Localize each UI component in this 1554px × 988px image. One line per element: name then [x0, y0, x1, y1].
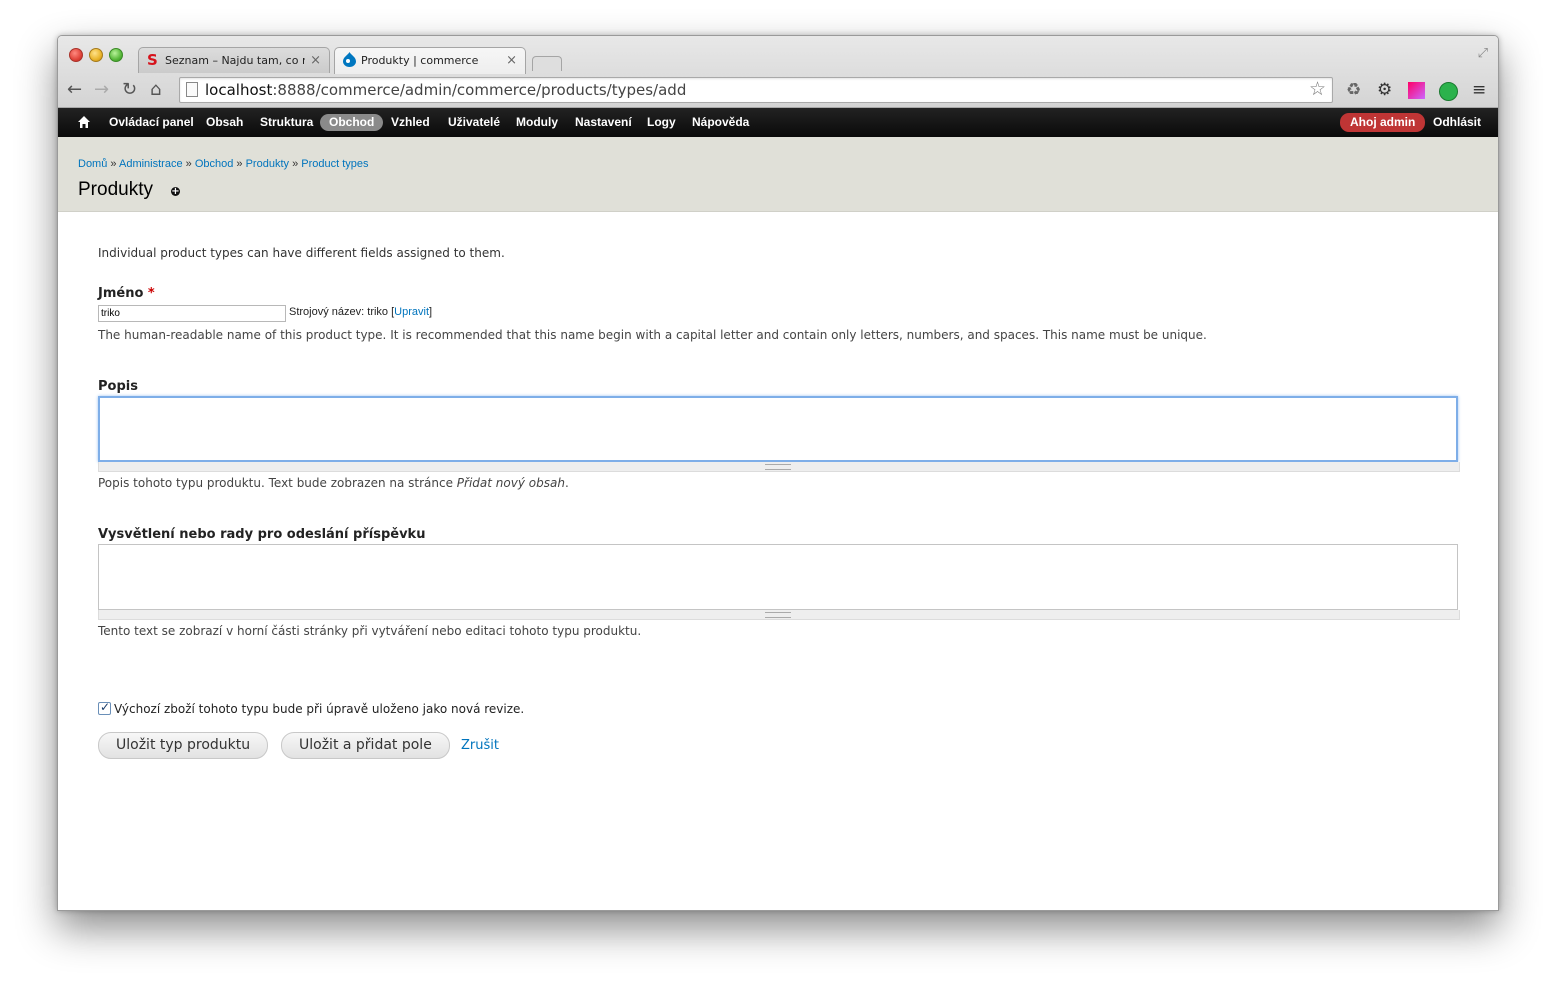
revision-label[interactable]: Výchozí zboží tohoto typu bude při úprav… — [114, 702, 524, 716]
seznam-s-icon: S — [147, 51, 158, 69]
breadcrumb-separator: » — [292, 158, 299, 170]
cancel-link[interactable]: Zrušit — [461, 738, 499, 753]
logout-link[interactable]: Odhlásit — [1433, 108, 1481, 137]
page-icon — [186, 82, 198, 97]
machine-name: Strojový název: triko [Upravit] — [289, 306, 432, 318]
new-tab-button[interactable] — [532, 56, 562, 71]
breadcrumb-separator: » — [185, 158, 192, 170]
page-title: Produkty — [78, 179, 153, 200]
zoom-window-button[interactable] — [109, 48, 123, 62]
description-label: Popis — [98, 379, 138, 394]
menu-item-configuration[interactable]: Nastavení — [575, 108, 632, 137]
menu-item-help[interactable]: Nápověda — [692, 108, 749, 137]
menu-item-appearance[interactable]: Vzhled — [391, 108, 430, 137]
tab-title: Produkty | commerce — [361, 54, 479, 67]
breadcrumb: Domů » Administrace » Obchod » Produkty … — [78, 158, 369, 170]
name-input[interactable]: triko — [98, 305, 286, 322]
tab-close-icon[interactable]: × — [310, 48, 321, 73]
browser-window: S Seznam – Najdu tam, co neznám × Produk… — [57, 35, 1499, 911]
gear-icon[interactable]: ⚙ — [1377, 79, 1392, 101]
tab-title: Seznam – Najdu tam, co neznám — [165, 54, 305, 67]
breadcrumb-separator: » — [236, 158, 243, 170]
machine-name-edit-link[interactable]: Upravit — [394, 306, 429, 318]
grip-lines — [765, 612, 791, 618]
menu-item-modules[interactable]: Moduly — [516, 108, 558, 137]
url-text[interactable]: localhost:8888/commerce/admin/commerce/p… — [205, 78, 686, 102]
user-greeting[interactable]: Ahoj admin — [1340, 113, 1426, 132]
menu-item-dashboard[interactable]: Ovládací panel — [109, 108, 194, 137]
home-icon[interactable] — [77, 115, 91, 129]
minimize-window-button[interactable] — [89, 48, 103, 62]
machine-name-bracket: ] — [429, 306, 433, 318]
browser-chrome: S Seznam – Najdu tam, co neznám × Produk… — [58, 36, 1498, 108]
menu-item-people[interactable]: Uživatelé — [448, 108, 500, 137]
home-icon[interactable]: ⌂ — [150, 78, 161, 102]
revision-checkbox[interactable]: ✓ — [98, 700, 111, 715]
admin-toolbar: Ovládací panel Obsah Struktura Obchod Vz… — [58, 108, 1498, 137]
save-and-add-fields-button[interactable]: Uložit a přidat pole — [281, 732, 450, 759]
breadcrumb-product-types[interactable]: Product types — [301, 158, 368, 170]
description-help: Popis tohoto typu produktu. Text bude zo… — [98, 476, 569, 490]
description-help-emphasis: Přidat nový obsah — [456, 476, 565, 490]
menu-item-reports[interactable]: Logy — [647, 108, 676, 137]
tab-close-icon[interactable]: × — [506, 48, 517, 73]
power-extension-icon[interactable] — [1439, 82, 1458, 101]
drupal-drop-icon — [343, 52, 356, 71]
url-host: localhost — [205, 81, 273, 99]
submission-help-description: Tento text se zobrazí v horní části strá… — [98, 624, 642, 638]
recycle-icon[interactable]: ♻ — [1346, 79, 1361, 101]
breadcrumb-store[interactable]: Obchod — [195, 158, 234, 170]
submission-help-textarea[interactable] — [98, 544, 1458, 610]
grip-lines — [765, 464, 791, 470]
description-resize-grip[interactable] — [98, 462, 1460, 472]
name-label-text: Jméno — [98, 286, 144, 301]
menu-item-store[interactable]: Obchod — [320, 114, 384, 131]
address-bar[interactable]: localhost:8888/commerce/admin/commerce/p… — [179, 77, 1333, 103]
name-label: Jméno * — [98, 286, 155, 301]
tab-produkty[interactable]: Produkty | commerce × — [334, 47, 526, 74]
browser-toolbar: ← → ↻ ⌂ localhost:8888/commerce/admin/co… — [58, 74, 1498, 107]
breadcrumb-home[interactable]: Domů — [78, 158, 107, 170]
menu-item-content[interactable]: Obsah — [206, 108, 243, 137]
breadcrumb-administration[interactable]: Administrace — [119, 158, 183, 170]
save-product-type-button[interactable]: Uložit typ produktu — [98, 732, 269, 759]
revision-option: ✓ Výchozí zboží tohoto typu bude při úpra… — [98, 700, 524, 716]
form-intro: Individual product types can have differ… — [98, 246, 505, 260]
name-help: The human-readable name of this product … — [98, 328, 1207, 342]
forward-icon[interactable]: → — [94, 78, 109, 102]
menu-item-structure[interactable]: Struktura — [260, 108, 313, 137]
close-window-button[interactable] — [69, 48, 83, 62]
submission-help-label: Vysvětlení nebo rady pro odeslání příspě… — [98, 527, 426, 542]
required-marker: * — [147, 286, 155, 301]
menu-icon[interactable]: ≡ — [1472, 79, 1486, 101]
description-help-period: . — [564, 476, 569, 490]
page-header: Domů » Administrace » Obchod » Produkty … — [58, 137, 1498, 212]
submission-help-resize-grip[interactable] — [98, 610, 1460, 620]
checkmark-icon: ✓ — [100, 700, 111, 714]
breadcrumb-products[interactable]: Produkty — [246, 158, 289, 170]
add-shortcut-icon[interactable]: + — [171, 187, 180, 197]
breadcrumb-separator: » — [110, 158, 117, 170]
reload-icon[interactable]: ↻ — [122, 78, 137, 102]
url-path: :8888/commerce/admin/commerce/products/t… — [272, 81, 687, 99]
description-textarea[interactable] — [98, 396, 1458, 462]
bookmark-star-icon[interactable]: ☆ — [1309, 78, 1326, 100]
description-help-text: Popis tohoto typu produktu. Text bude zo… — [98, 476, 457, 490]
fullscreen-icon[interactable]: ⤢ — [1478, 46, 1488, 61]
tab-seznam[interactable]: S Seznam – Najdu tam, co neznám × — [138, 47, 330, 73]
back-icon[interactable]: ← — [67, 78, 82, 102]
color-extension-icon[interactable] — [1408, 82, 1425, 99]
machine-name-text: Strojový název: triko [ — [289, 306, 395, 318]
